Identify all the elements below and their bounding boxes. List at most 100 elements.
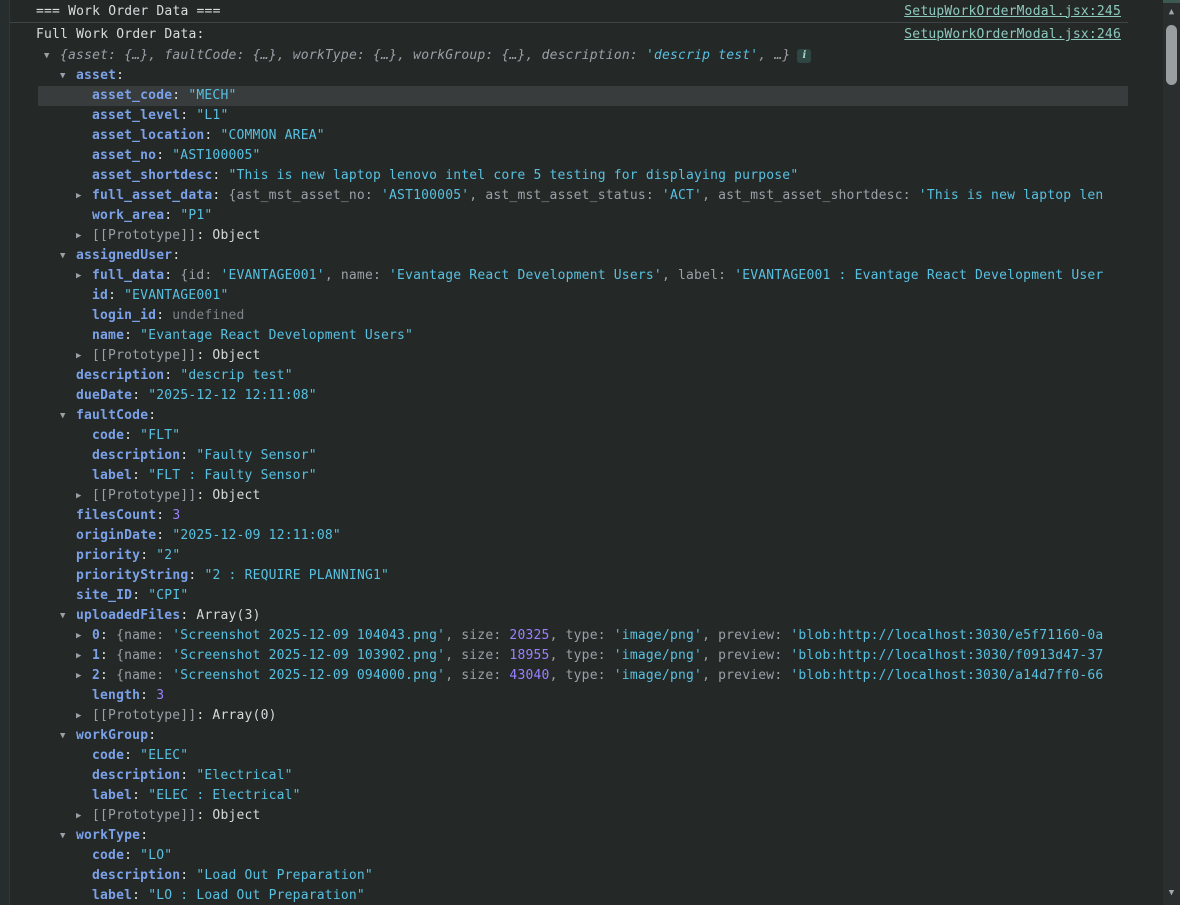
seg-key: asset_no [92,148,156,163]
expand-arrow-icon[interactable]: ▶ [76,806,92,826]
seg-gray: [[Prototype]] [92,708,196,723]
seg-text: : [212,168,228,183]
seg-key: uploadedFiles [76,608,180,623]
seg-string: "Electrical" [196,768,292,783]
collapse-arrow-icon[interactable]: ▼ [60,246,76,266]
scroll-up-button[interactable]: ▲ [1163,6,1180,18]
tree-row[interactable]: ▶2: {name: 'Screenshot 2025-12-09 094000… [10,666,1128,686]
seg-string: 'image/png' [614,648,702,663]
collapse-arrow-icon[interactable]: ▼ [60,826,76,846]
expand-arrow-icon[interactable]: ▶ [76,646,92,666]
seg-key: id [92,288,108,303]
tree-row: length: 3 [10,686,1128,706]
tree-row: label: "FLT : Faulty Sensor" [10,466,1128,486]
seg-string: "LO" [140,848,172,863]
seg-text: : [180,868,196,883]
seg-text: : [132,468,148,483]
seg-text: : [156,148,172,163]
seg-gray: {name: [116,648,172,663]
tree-row[interactable]: ▶1: {name: 'Screenshot 2025-12-09 103902… [10,646,1128,666]
tree-row[interactable]: ▼workGroup: [10,726,1128,746]
tree-row: code: "LO" [10,846,1128,866]
tree-row[interactable]: ▶[[Prototype]]: Array(0) [10,706,1128,726]
seg-text: : [148,728,156,743]
seg-text: : [212,188,228,203]
tree-row[interactable]: ▶[[Prototype]]: Object [10,806,1128,826]
seg-string: "This is new laptop lenovo intel core 5 … [228,168,798,183]
seg-text: : [196,228,212,243]
seg-key: asset_shortdesc [92,168,212,183]
seg-string: "CPI" [148,588,188,603]
seg-text: : [124,428,140,443]
seg-text: : [172,248,180,263]
collapse-arrow-icon[interactable]: ▼ [44,46,60,66]
seg-key: originDate [76,528,156,543]
seg-gray: , preview: [702,668,790,683]
tree-row[interactable]: ▼faultCode: [10,406,1128,426]
tree-row[interactable]: ▼{asset: {…}, faultCode: {…}, workType: … [10,46,1128,66]
seg-string: 'Evantage React Development Users' [389,268,662,283]
tree-row: priority: "2" [10,546,1128,566]
seg-gray: , label: [662,268,734,283]
expand-arrow-icon[interactable]: ▶ [76,266,92,286]
seg-key: full_asset_data [92,188,212,203]
seg-string: 'EVANTAGE001 : Evantage React Developmen… [734,268,1103,283]
expand-arrow-icon[interactable]: ▶ [76,186,92,206]
tree-row: filesCount: 3 [10,506,1128,526]
seg-string: "descrip test" [180,368,292,383]
tree-row[interactable]: ▶[[Prototype]]: Object [10,346,1128,366]
collapse-arrow-icon[interactable]: ▼ [60,606,76,626]
seg-text: : [100,628,116,643]
seg-text: : [148,408,156,423]
tree-row: login_id: undefined [10,306,1128,326]
seg-dim: undefined [172,308,244,323]
seg-text: : [124,328,140,343]
tree-row: originDate: "2025-12-09 12:11:08" [10,526,1128,546]
seg-number: 3 [172,508,180,523]
seg-key: 1 [92,648,100,663]
tree-row[interactable]: ▶[[Prototype]]: Object [10,486,1128,506]
seg-text: : [156,508,172,523]
seg-text: : [132,588,148,603]
tree-row[interactable]: ▶full_data: {id: 'EVANTAGE001', name: 'E… [10,266,1128,286]
seg-text: : [116,68,124,83]
tree-row[interactable]: ▼workType: [10,826,1128,846]
collapse-arrow-icon[interactable]: ▼ [60,66,76,86]
seg-string: 'Screenshot 2025-12-09 094000.png' [172,668,445,683]
tree-row[interactable]: ▼asset: [10,66,1128,86]
expand-arrow-icon[interactable]: ▶ [76,626,92,646]
tree-row[interactable]: ▼assignedUser: [10,246,1128,266]
expand-arrow-icon[interactable]: ▶ [76,486,92,506]
tree-row: site_ID: "CPI" [10,586,1128,606]
seg-string: "2" [156,548,180,563]
console-message: Full Work Order Data: SetupWorkOrderModa… [10,23,1128,905]
collapse-arrow-icon[interactable]: ▼ [60,726,76,746]
tree-row[interactable]: ▶full_asset_data: {ast_mst_asset_no: 'AS… [10,186,1128,206]
devtools-console: === Work Order Data === SetupWorkOrderMo… [0,0,1180,905]
console-messages: === Work Order Data === SetupWorkOrderMo… [10,0,1128,905]
seg-string: "Evantage React Development Users" [140,328,413,343]
seg-string: "Load Out Preparation" [196,868,373,883]
tree-row: label: "ELEC : Electrical" [10,786,1128,806]
tree-row[interactable]: ▶0: {name: 'Screenshot 2025-12-09 104043… [10,626,1128,646]
seg-key: asset_location [92,128,204,143]
seg-text: : [132,888,148,903]
collapse-arrow-icon[interactable]: ▼ [60,406,76,426]
expand-arrow-icon[interactable]: ▶ [76,346,92,366]
source-link[interactable]: SetupWorkOrderModal.jsx:245 [904,4,1121,19]
source-link[interactable]: SetupWorkOrderModal.jsx:246 [904,27,1121,42]
seg-gray: {name: [116,628,172,643]
tree-row: code: "ELEC" [10,746,1128,766]
expand-arrow-icon[interactable]: ▶ [76,666,92,686]
tree-row[interactable]: ▶[[Prototype]]: Object [10,226,1128,246]
scrollbar[interactable]: ▲ ▼ [1163,0,1180,905]
scroll-down-button[interactable]: ▼ [1163,887,1180,899]
seg-text: : [180,108,196,123]
expand-arrow-icon[interactable]: ▶ [76,706,92,726]
expand-arrow-icon[interactable]: ▶ [76,226,92,246]
scrollbar-thumb[interactable] [1166,25,1177,85]
seg-key: assignedUser [76,248,172,263]
tree-row: id: "EVANTAGE001" [10,286,1128,306]
tree-row: asset_no: "AST100005" [10,146,1128,166]
tree-row[interactable]: ▼uploadedFiles: Array(3) [10,606,1128,626]
